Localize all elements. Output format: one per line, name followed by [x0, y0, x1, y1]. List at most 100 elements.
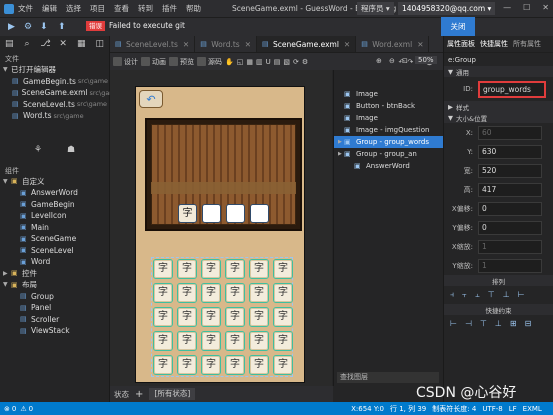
word-tile[interactable]: 字 — [249, 355, 269, 375]
prop-input[interactable]: 1 — [478, 258, 542, 273]
layer-item[interactable]: ▶ ▣ Group - group_an — [334, 148, 443, 160]
layout-item[interactable]: ▤ Panel — [0, 302, 109, 314]
close-notice-button[interactable]: 关闭 — [441, 17, 475, 36]
prop-input[interactable]: 520 — [478, 163, 542, 178]
answer-slot[interactable] — [202, 204, 221, 223]
constrain-top-icon[interactable]: ⊥ — [495, 319, 502, 328]
constrain-left-icon[interactable]: ⊢ — [450, 319, 457, 328]
warning-icon[interactable]: ⚠ — [20, 405, 26, 413]
error-icon[interactable]: ⊗ — [4, 405, 10, 413]
layout-item[interactable]: ▤ Group — [0, 291, 109, 303]
layer-item[interactable]: ▣ AnswerWord — [334, 160, 443, 172]
answer-slot[interactable] — [250, 204, 269, 223]
constrain-vcenter-icon[interactable]: ⊞ — [510, 319, 517, 328]
word-tile[interactable]: 字 — [153, 259, 173, 279]
style-section[interactable]: ▶ 样式 — [444, 101, 553, 112]
word-tile[interactable]: 字 — [273, 307, 293, 327]
redo-icon[interactable]: ↷ — [407, 58, 413, 66]
play-icon[interactable]: ▶ — [8, 22, 15, 32]
open-file-item[interactable]: ▤ GameBegin.ts src\game — [0, 76, 109, 88]
size-position-section[interactable]: ▼ 大小&位置 — [444, 112, 553, 123]
zoom-out-icon[interactable]: ⊖ — [389, 57, 395, 65]
menu-select[interactable]: 选择 — [66, 3, 81, 14]
word-tile[interactable]: 字 — [153, 355, 173, 375]
component-item[interactable]: ▣ Main — [0, 222, 109, 234]
tab-quick-props[interactable]: 快捷属性 — [480, 39, 508, 49]
editor-tab[interactable]: ▤ SceneLevel.ts ✕ — [110, 36, 196, 52]
answer-slot[interactable]: 字 — [178, 204, 197, 223]
role-select[interactable]: 程序员 ▾ — [357, 2, 394, 15]
word-tile[interactable]: 字 — [177, 283, 197, 303]
account-menu[interactable]: 1404958320@qq.com ▾ — [398, 2, 496, 15]
align-icon[interactable]: ▥ — [256, 58, 263, 66]
word-tile[interactable]: 字 — [177, 259, 197, 279]
design-mode-button[interactable]: 设计 — [113, 57, 138, 67]
layer-item[interactable]: ▣ Image - imgQuestion — [334, 124, 443, 136]
word-tile[interactable]: 字 — [153, 331, 173, 351]
word-tile[interactable]: 字 — [273, 283, 293, 303]
publish-icon[interactable]: ⬆ — [58, 22, 66, 32]
build-icon[interactable]: ⬇ — [40, 22, 48, 32]
align-bottom-icon[interactable]: ⊢ — [518, 290, 525, 300]
fit-icon[interactable]: ⊡ — [402, 57, 408, 65]
word-tile[interactable]: 字 — [201, 331, 221, 351]
encoding[interactable]: UTF-8 — [482, 405, 502, 413]
layout-group[interactable]: ▼ ▣ 布局 — [0, 279, 109, 291]
constrain-bottom-icon[interactable]: ⊟ — [525, 319, 532, 328]
tab-length[interactable]: 制表符长度: 4 — [432, 404, 476, 414]
align-middle-icon[interactable]: ⊥ — [503, 290, 510, 300]
word-tile[interactable]: 字 — [273, 331, 293, 351]
component-item[interactable]: ▣ LevelIcon — [0, 210, 109, 222]
menu-plugins[interactable]: 插件 — [162, 3, 177, 14]
close-tab-icon[interactable]: ✕ — [183, 40, 189, 49]
align-center-icon[interactable]: ⫟ — [462, 290, 467, 300]
word-tile[interactable]: 字 — [249, 307, 269, 327]
zoom-in-icon[interactable]: ⊕ — [376, 57, 382, 65]
prop-input[interactable]: 630 — [478, 144, 542, 159]
word-tile[interactable]: 字 — [225, 355, 245, 375]
ruler-icon[interactable]: ▤ — [274, 58, 281, 66]
layout-item[interactable]: ▤ ViewStack — [0, 325, 109, 337]
debug-icon[interactable]: ⚙ — [24, 22, 32, 32]
layer-item[interactable]: ▣ Button - btnBack — [334, 100, 443, 112]
files-icon[interactable]: ▤ — [5, 39, 14, 49]
word-tile[interactable]: 字 — [177, 355, 197, 375]
grid-icon[interactable]: ▦ — [246, 58, 253, 66]
open-file-item[interactable]: ▤ Word.ts src\game — [0, 110, 109, 122]
prop-input[interactable]: 0 — [478, 201, 542, 216]
prop-input[interactable]: 0 — [478, 220, 542, 235]
common-section[interactable]: ▼ 通用 — [444, 66, 553, 77]
line-col[interactable]: 行 1, 列 39 — [390, 404, 426, 414]
open-file-item[interactable]: ▤ SceneLevel.ts src\game — [0, 99, 109, 111]
select-tool-icon[interactable]: ◱ — [237, 58, 244, 66]
word-tile[interactable]: 字 — [249, 283, 269, 303]
menu-edit[interactable]: 编辑 — [42, 3, 57, 14]
git-icon[interactable]: ⎇ — [40, 39, 50, 49]
open-file-item[interactable]: ▤ SceneGame.exml src\game — [0, 87, 120, 99]
layer-item[interactable]: ▣ Image — [334, 88, 443, 100]
component-item[interactable]: ▣ Word — [0, 256, 109, 268]
source-mode-button[interactable]: 源码 — [197, 57, 222, 67]
word-tile[interactable]: 字 — [249, 259, 269, 279]
menu-goto[interactable]: 转到 — [138, 3, 153, 14]
word-tile[interactable]: 字 — [249, 331, 269, 351]
word-tile[interactable]: 字 — [153, 307, 173, 327]
refresh-icon[interactable]: ⟳ — [293, 58, 299, 66]
layout-item[interactable]: ▤ Scroller — [0, 314, 109, 326]
prop-input[interactable]: 417 — [478, 182, 542, 197]
id-input[interactable]: group_words — [478, 80, 546, 98]
settings-icon[interactable]: ⚙ — [302, 58, 308, 66]
component-item[interactable]: ▣ AnswerWord — [0, 187, 109, 199]
open-editors-header[interactable]: ▼ 已打开编辑器 — [0, 64, 109, 76]
layer-item[interactable]: ▶ ▣ Group - group_words — [334, 136, 443, 148]
zoom-select[interactable]: 50% — [415, 56, 437, 64]
component-item[interactable]: ▣ GameBegin — [0, 199, 109, 211]
editor-tab[interactable]: ▤ SceneGame.exml ✕ — [257, 36, 357, 52]
constrain-hcenter-icon[interactable]: ⊣ — [465, 319, 472, 328]
menu-view[interactable]: 查看 — [114, 3, 129, 14]
close-tab-icon[interactable]: ✕ — [344, 40, 350, 49]
guide-icon[interactable]: ▧ — [283, 58, 290, 66]
debug-view-icon[interactable]: ✕ — [59, 39, 67, 49]
minimize-icon[interactable]: — — [503, 3, 511, 12]
state-select[interactable]: [所有状态] — [149, 388, 196, 400]
